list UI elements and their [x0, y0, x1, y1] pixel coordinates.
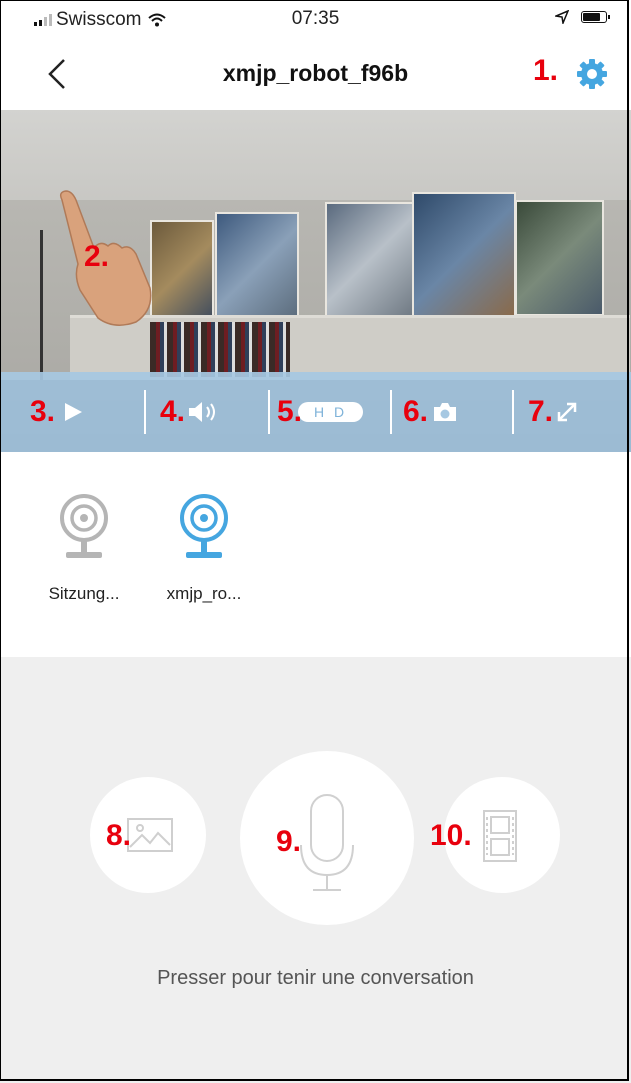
speaker-icon — [189, 402, 216, 422]
wall-poster — [325, 202, 414, 318]
callout-2: 2. — [84, 240, 110, 273]
video-control-bar: 3. 4. 5. H D 6. 7. — [0, 372, 631, 452]
battery-icon — [581, 11, 610, 23]
video-books — [150, 322, 290, 377]
status-time: 07:35 — [291, 8, 340, 29]
control-separator — [144, 390, 146, 434]
image-icon — [127, 818, 173, 852]
play-button[interactable]: 3. — [30, 372, 85, 452]
location-icon — [555, 10, 569, 24]
live-video-view[interactable]: 2. 3. 4. 5. H D 6. 7. — [0, 110, 631, 452]
sound-button[interactable]: 4. — [160, 372, 221, 452]
talk-hint: Presser pour tenir une conversation — [157, 967, 474, 989]
callout-8: 8. — [106, 819, 132, 852]
fullscreen-button[interactable]: 7. — [528, 372, 579, 452]
camera-icon — [434, 403, 457, 421]
wall-poster — [215, 212, 299, 324]
callout-9: 9. — [276, 825, 302, 858]
microphone-icon — [300, 794, 354, 891]
camera-icon — [180, 494, 228, 558]
gallery-button[interactable]: 8. — [90, 777, 206, 893]
control-separator — [268, 390, 270, 434]
hd-toggle-button[interactable]: 5. H D — [277, 372, 364, 452]
device-list: Sitzung... xmjp_ro... — [0, 452, 631, 657]
status-bar: Swisscom 07:35 — [0, 0, 631, 38]
control-separator — [512, 390, 514, 434]
callout-6: 6. — [403, 395, 429, 428]
play-icon — [65, 403, 83, 421]
callout-5: 5. — [277, 395, 303, 428]
device-item[interactable]: Sitzung... — [34, 492, 134, 604]
device-label: xmjp_ro... — [166, 584, 242, 603]
status-right — [555, 10, 610, 24]
talk-button[interactable]: 9. — [240, 751, 414, 925]
wall-poster — [515, 200, 604, 316]
gear-icon[interactable] — [576, 58, 608, 90]
callout-10: 10. — [430, 819, 472, 852]
recordings-button[interactable]: 10. — [430, 777, 560, 893]
hd-badge: H D — [298, 402, 364, 422]
callout-7: 7. — [528, 395, 554, 428]
callout-1: 1. — [533, 54, 559, 87]
control-separator — [390, 390, 392, 434]
wall-poster — [412, 192, 516, 318]
device-item-selected[interactable]: xmjp_ro... — [154, 492, 254, 604]
expand-icon — [557, 402, 577, 422]
callout-4: 4. — [160, 395, 186, 428]
device-label: Sitzung... — [48, 584, 120, 603]
talk-panel: 8. 9. 10. Presser pour tenir une convers… — [0, 657, 631, 1083]
camera-icon — [60, 494, 108, 558]
nav-bar: xmjp_robot_f96b 1. — [0, 38, 631, 110]
callout-3: 3. — [30, 395, 56, 428]
film-icon — [483, 810, 517, 862]
snapshot-button[interactable]: 6. — [403, 372, 458, 452]
